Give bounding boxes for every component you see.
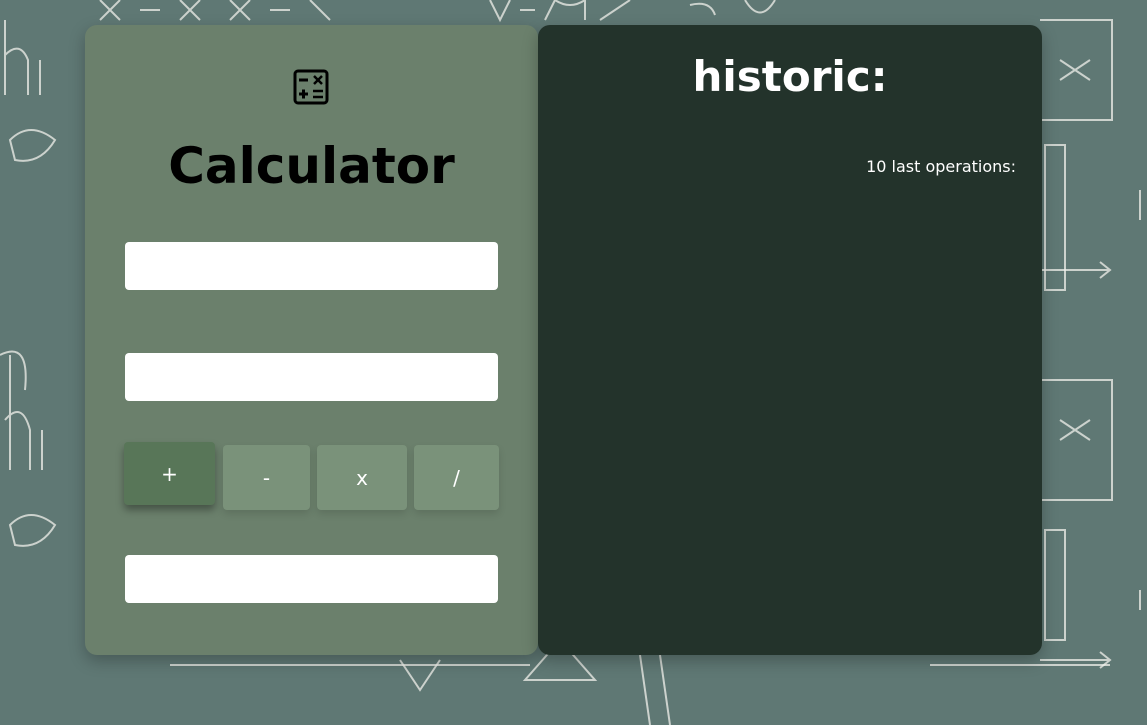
historic-title: historic: (692, 52, 888, 101)
divide-button[interactable]: / (414, 445, 499, 510)
result-output[interactable] (125, 555, 498, 603)
historic-subtitle: 10 last operations: (866, 157, 1016, 176)
second-number-input[interactable] (125, 353, 498, 401)
calculator-title: Calculator (168, 137, 455, 195)
calculator-icon (293, 69, 329, 105)
first-number-input[interactable] (125, 242, 498, 290)
calculator-panel: Calculator + - x / (85, 25, 538, 655)
multiply-button[interactable]: x (317, 445, 407, 510)
subtract-button[interactable]: - (223, 445, 310, 510)
add-button[interactable]: + (124, 442, 215, 505)
historic-panel: historic: 10 last operations: (538, 25, 1042, 655)
